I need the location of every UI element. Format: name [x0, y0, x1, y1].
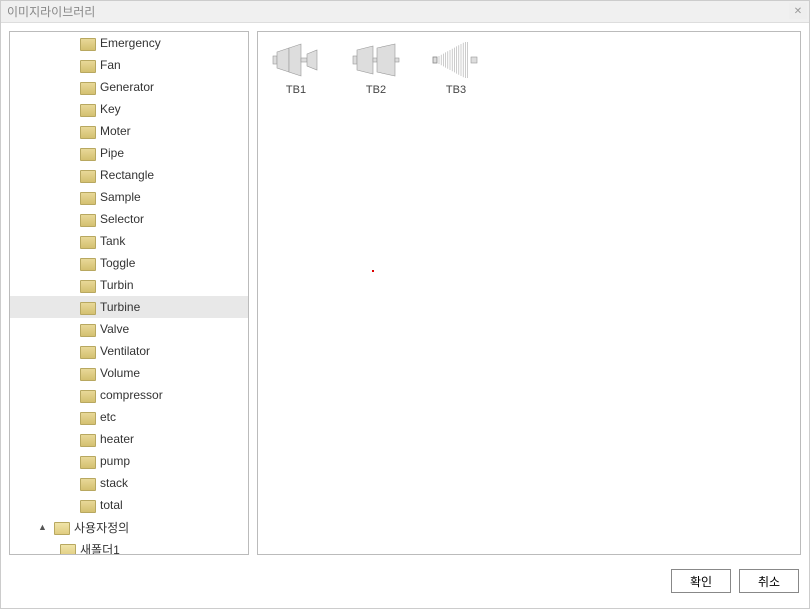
tree-item-total[interactable]: total: [10, 494, 248, 516]
folder-icon: [80, 126, 94, 137]
folder-icon: [80, 390, 94, 401]
folder-icon: [80, 148, 94, 159]
folder-icon: [80, 236, 94, 247]
folder-icon: [80, 38, 94, 49]
tree-item-label: pump: [100, 454, 130, 468]
thumbnail-label: TB3: [446, 84, 466, 96]
thumbnail-tb1[interactable]: TB1: [266, 40, 326, 96]
tree-item-generator[interactable]: Generator: [10, 76, 248, 98]
tree-item-label: total: [100, 498, 123, 512]
tree-item-label: 사용자정의: [74, 519, 129, 536]
folder-icon: [80, 82, 94, 93]
window-title: 이미지라이브러리: [7, 3, 95, 20]
ok-button[interactable]: 확인: [671, 569, 731, 593]
tree-scroll[interactable]: Emergency Fan Generator Key Moter Pipe Rectang…: [10, 32, 248, 554]
folder-icon: [80, 324, 94, 335]
tree-item-label: Selector: [100, 212, 144, 226]
tree-item-label: Valve: [100, 322, 129, 336]
tree-item-label: Turbine: [100, 300, 140, 314]
content-area: Emergency Fan Generator Key Moter Pipe Rectang…: [1, 23, 809, 563]
tree-item-label: Rectangle: [100, 168, 154, 182]
folder-icon: [80, 104, 94, 115]
tree-item-label: compressor: [100, 388, 163, 402]
tree-item-sample[interactable]: Sample: [10, 186, 248, 208]
thumbnail-tb2[interactable]: TB2: [346, 40, 406, 96]
tree-item-label: Moter: [100, 124, 131, 138]
folder-icon: [80, 346, 94, 357]
tree-item-emergency[interactable]: Emergency: [10, 32, 248, 54]
tree-item-label: etc: [100, 410, 116, 424]
folder-icon: [80, 214, 94, 225]
folder-open-icon: [60, 544, 74, 555]
tree-item-tank[interactable]: Tank: [10, 230, 248, 252]
tree-item-stack[interactable]: stack: [10, 472, 248, 494]
folder-icon: [80, 368, 94, 379]
tree-item-label: stack: [100, 476, 128, 490]
tree-item-label: 새폴더1: [80, 541, 120, 555]
decorative-dot: [372, 270, 374, 272]
tree-item-compressor[interactable]: compressor: [10, 384, 248, 406]
folder-icon: [80, 258, 94, 269]
tree-item-label: Fan: [100, 58, 121, 72]
expander-icon: ▲: [38, 522, 48, 532]
tree-item-fan[interactable]: Fan: [10, 54, 248, 76]
tree-item-label: Pipe: [100, 146, 124, 160]
tree-item-moter[interactable]: Moter: [10, 120, 248, 142]
turbine-icon: [269, 40, 323, 80]
tree-item-turbin[interactable]: Turbin: [10, 274, 248, 296]
folder-icon: [80, 434, 94, 445]
folder-open-icon: [54, 522, 68, 533]
tree-item-label: Emergency: [100, 36, 161, 50]
tree-item-label: Turbin: [100, 278, 134, 292]
thumbnail-tb3[interactable]: TB3: [426, 40, 486, 96]
folder-icon: [80, 302, 94, 313]
footer: 확인 취소: [1, 563, 809, 599]
folder-icon: [80, 478, 94, 489]
tree-item-selector[interactable]: Selector: [10, 208, 248, 230]
tree-item-key[interactable]: Key: [10, 98, 248, 120]
tree-item-turbine[interactable]: Turbine: [10, 296, 248, 318]
cancel-button[interactable]: 취소: [739, 569, 799, 593]
tree-item-label: Toggle: [100, 256, 135, 270]
folder-icon: [80, 60, 94, 71]
tree-item-label: Volume: [100, 366, 140, 380]
thumbnail-panel: TB1 TB2 TB3: [257, 31, 801, 555]
tree-item-label: Sample: [100, 190, 141, 204]
tree-item-toggle[interactable]: Toggle: [10, 252, 248, 274]
tree-item-label: heater: [100, 432, 134, 446]
tree-item-user-child[interactable]: 새폴더1: [10, 538, 248, 554]
turbine-icon: [349, 40, 403, 80]
tree-item-label: Ventilator: [100, 344, 150, 358]
tree-item-volume[interactable]: Volume: [10, 362, 248, 384]
folder-icon: [80, 412, 94, 423]
tree-item-ventilator[interactable]: Ventilator: [10, 340, 248, 362]
tree-item-etc[interactable]: etc: [10, 406, 248, 428]
close-button[interactable]: ✕: [789, 3, 807, 19]
tree-item-heater[interactable]: heater: [10, 428, 248, 450]
tree-item-valve[interactable]: Valve: [10, 318, 248, 340]
tree-item-label: Key: [100, 102, 121, 116]
tree-item-label: Generator: [100, 80, 154, 94]
folder-icon: [80, 456, 94, 467]
tree-item-pump[interactable]: pump: [10, 450, 248, 472]
titlebar: 이미지라이브러리 ✕: [1, 1, 809, 23]
tree-item-label: Tank: [100, 234, 125, 248]
folder-icon: [80, 192, 94, 203]
tree-item-pipe[interactable]: Pipe: [10, 142, 248, 164]
folder-icon: [80, 170, 94, 181]
thumbnail-label: TB1: [286, 84, 306, 96]
turbine-icon: [429, 40, 483, 80]
tree-panel: Emergency Fan Generator Key Moter Pipe Rectang…: [9, 31, 249, 555]
tree-item-user-root[interactable]: ▲ 사용자정의: [10, 516, 248, 538]
tree-item-rectangle[interactable]: Rectangle: [10, 164, 248, 186]
folder-icon: [80, 500, 94, 511]
folder-icon: [80, 280, 94, 291]
thumbnail-label: TB2: [366, 84, 386, 96]
